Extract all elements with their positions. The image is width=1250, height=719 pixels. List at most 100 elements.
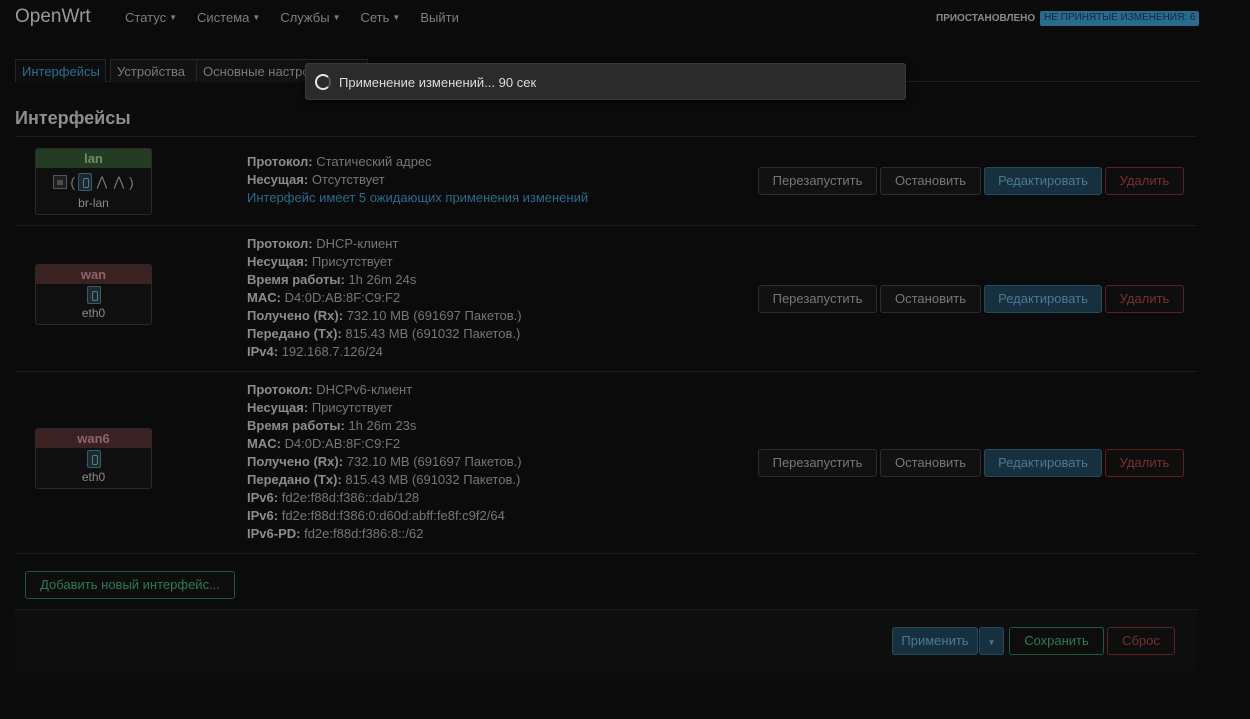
restart-button-wan6[interactable]: Перезапустить: [758, 449, 877, 477]
status-indicator[interactable]: ПРИОСТАНОВЛЕНО: [936, 13, 1035, 24]
interface-icons: [36, 448, 151, 470]
tab-interfaces[interactable]: Интерфейсы: [15, 59, 106, 82]
info-line: Несущая: Присутствует: [247, 399, 522, 417]
info-label: Несущая:: [247, 172, 309, 187]
info-line: Протокол: DHCP-клиент: [247, 235, 522, 253]
info-value: DHCP-клиент: [316, 236, 399, 251]
bridge-port-icon: [53, 175, 68, 189]
nav-status[interactable]: Статус ▼: [125, 10, 177, 25]
apply-dropdown-button[interactable]: ▼: [979, 627, 1004, 655]
unsaved-changes-badge[interactable]: НЕ ПРИНЯТЫЕ ИЗМЕНЕНИЯ: 6: [1040, 11, 1200, 26]
info-value: 732.10 MB (691697 Пакетов.): [346, 308, 522, 323]
info-label: Получено (Rx):: [247, 454, 344, 469]
reset-button[interactable]: Сброс: [1107, 627, 1175, 655]
brand-logo[interactable]: OpenWrt: [15, 6, 91, 28]
bracket-close-icon: ): [129, 174, 134, 190]
info-line: Несущая: Присутствует: [247, 253, 522, 271]
info-line: MAC: D4:0D:AB:8F:C9:F2: [247, 289, 522, 307]
stop-button-wan6[interactable]: Остановить: [880, 449, 981, 477]
info-value: 192.168.7.126/24: [281, 344, 383, 359]
info-value: 1h 26m 24s: [348, 272, 417, 287]
interface-badge-wan[interactable]: wan eth0: [35, 264, 152, 325]
info-value: 732.10 MB (691697 Пакетов.): [346, 454, 522, 469]
interface-badge-wan6[interactable]: wan6 eth0: [35, 428, 152, 489]
interface-device: eth0: [81, 470, 106, 484]
info-line: Передано (Tx): 815.43 MB (691032 Пакетов…: [247, 325, 522, 343]
divider: [15, 225, 1197, 226]
nav-logout[interactable]: Выйти: [420, 10, 459, 25]
nav-network[interactable]: Сеть ▼: [361, 10, 401, 25]
edit-button-lan[interactable]: Редактировать: [984, 167, 1102, 195]
delete-button-wan[interactable]: Удалить: [1105, 285, 1184, 313]
info-value: Отсутствует: [311, 172, 385, 187]
chevron-down-icon: ▼: [987, 638, 996, 647]
edit-button-wan[interactable]: Редактировать: [984, 285, 1102, 313]
info-label: Протокол:: [247, 382, 313, 397]
info-line: MAC: D4:0D:AB:8F:C9:F2: [247, 435, 522, 453]
restart-button-wan[interactable]: Перезапустить: [758, 285, 877, 313]
wifi-icon: ⋀: [96, 174, 108, 189]
stop-button-lan[interactable]: Остановить: [880, 167, 981, 195]
interface-badge-lan[interactable]: lan ( ⋀ ⋀ ) br-lan: [35, 148, 152, 215]
info-line: IPv6-PD: fd2e:f88d:f386:8::/62: [247, 525, 522, 543]
info-label: MAC:: [247, 436, 281, 451]
info-value: fd2e:f88d:f386:8::/62: [304, 526, 424, 541]
info-value: 1h 26m 23s: [348, 418, 417, 433]
save-button[interactable]: Сохранить: [1009, 627, 1104, 655]
tab-devices[interactable]: Устройства: [110, 59, 206, 82]
info-line: IPv6: fd2e:f88d:f386:0:d60d:abff:fe8f:c9…: [247, 507, 522, 525]
info-label: IPv4:: [247, 344, 279, 359]
info-label: Несущая:: [247, 400, 309, 415]
interface-device: eth0: [81, 306, 106, 320]
info-line: Время работы: 1h 26m 23s: [247, 417, 522, 435]
add-interface-button[interactable]: Добавить новый интерфейс...: [25, 571, 235, 599]
info-value: Присутствует: [311, 254, 393, 269]
ethernet-port-icon: [86, 450, 101, 468]
chevron-down-icon: ▼: [392, 13, 401, 22]
info-line: Передано (Tx): 815.43 MB (691032 Пакетов…: [247, 471, 522, 489]
info-label: Протокол:: [247, 154, 313, 169]
delete-button-wan6[interactable]: Удалить: [1105, 449, 1184, 477]
divider: [15, 553, 1197, 554]
info-value: Статический адрес: [316, 154, 432, 169]
delete-button-lan[interactable]: Удалить: [1105, 167, 1184, 195]
interface-icons: ( ⋀ ⋀ ): [36, 168, 151, 196]
interface-name: lan: [36, 149, 151, 168]
info-label: Передано (Tx):: [247, 472, 342, 487]
interface-name: wan: [36, 265, 151, 284]
info-line: Несущая: Отсутствует: [247, 171, 588, 189]
chevron-down-icon: ▼: [169, 13, 178, 22]
divider: [15, 136, 1197, 137]
nav-system[interactable]: Система ▼: [197, 10, 260, 25]
wifi-icon: ⋀: [113, 174, 125, 189]
interface-name: wan6: [36, 429, 151, 448]
info-label: MAC:: [247, 290, 281, 305]
info-value: fd2e:f88d:f386::dab/128: [281, 490, 420, 505]
info-label: Получено (Rx):: [247, 308, 344, 323]
apply-button[interactable]: Применить: [892, 627, 978, 655]
nav-services[interactable]: Службы ▼: [280, 10, 340, 25]
ethernet-port-icon: [86, 286, 101, 304]
info-value: fd2e:f88d:f386:0:d60d:abff:fe8f:c9f2/64: [281, 508, 505, 523]
divider: [15, 371, 1197, 372]
stop-button-wan[interactable]: Остановить: [880, 285, 981, 313]
interface-info-wan: Протокол: DHCP-клиент Несущая: Присутств…: [247, 235, 522, 361]
modal-message: Применение изменений... 90 сек: [339, 75, 537, 90]
edit-button-wan6[interactable]: Редактировать: [984, 449, 1102, 477]
info-line: Протокол: DHCPv6-клиент: [247, 381, 522, 399]
interface-icons: [36, 284, 151, 306]
info-line: Протокол: Статический адрес: [247, 153, 588, 171]
ethernet-port-icon: [78, 173, 92, 191]
info-label: Несущая:: [247, 254, 309, 269]
info-line: IPv4: 192.168.7.126/24: [247, 343, 522, 361]
nav-system-label: Система: [197, 10, 250, 25]
nav-status-label: Статус: [125, 10, 167, 25]
chevron-down-icon: ▼: [252, 13, 261, 22]
info-label: IPv6:: [247, 490, 279, 505]
info-value: D4:0D:AB:8F:C9:F2: [284, 436, 401, 451]
info-value: D4:0D:AB:8F:C9:F2: [284, 290, 401, 305]
interface-device: br-lan: [78, 196, 109, 210]
info-label: IPv6:: [247, 508, 279, 523]
restart-button-lan[interactable]: Перезапустить: [758, 167, 877, 195]
bracket-open-icon: (: [70, 174, 75, 190]
